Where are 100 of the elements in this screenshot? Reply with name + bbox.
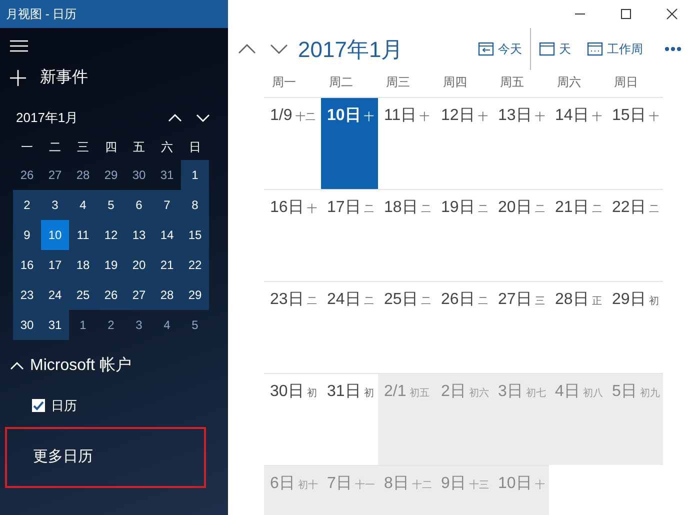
workweek-view-button[interactable]: 工作周 [579, 40, 651, 58]
lunar-date: 十 [592, 110, 602, 125]
day-cell[interactable]: 21日 二 [549, 189, 606, 281]
date-cell[interactable]: 19 [97, 250, 125, 280]
date-cell[interactable]: 9 [13, 220, 41, 250]
more-calendars-link[interactable]: 更多日历 [5, 427, 206, 488]
date-cell[interactable]: 1 [181, 160, 209, 190]
lunar-date: 二 [420, 203, 431, 217]
date-cell[interactable]: 22 [181, 250, 209, 280]
date-cell[interactable]: 6 [125, 190, 153, 220]
lunar-date: 十 [306, 202, 317, 217]
date-cell[interactable]: 23 [13, 280, 41, 310]
lunar-date: 初 [364, 386, 374, 401]
date-cell[interactable]: 30 [13, 310, 41, 340]
date-cell[interactable]: 3 [125, 310, 153, 340]
day-cell[interactable]: 11日 十 [378, 97, 435, 189]
lunar-date: 二 [420, 295, 431, 309]
date-cell[interactable]: 11 [69, 220, 97, 250]
date-cell[interactable]: 31 [153, 160, 181, 190]
date-cell[interactable]: 27 [41, 160, 69, 190]
date-cell[interactable]: 13 [125, 220, 153, 250]
lunar-date: 二 [364, 203, 374, 217]
lunar-date: 二 [592, 203, 602, 217]
day-cell[interactable]: 20日 二 [492, 189, 549, 281]
lunar-date: 二 [648, 203, 659, 217]
day-cell[interactable]: 18日 二 [378, 189, 435, 281]
account-header[interactable]: Microsoft 帐户 [0, 354, 228, 378]
date-cell[interactable]: 20 [125, 250, 153, 280]
date-cell[interactable]: 24 [41, 280, 69, 310]
plus-icon [10, 70, 26, 86]
day-cell[interactable]: 23日 二 [264, 281, 321, 373]
date-cell[interactable]: 7 [153, 190, 181, 220]
date-cell[interactable]: 12 [97, 220, 125, 250]
date-cell[interactable]: 5 [97, 190, 125, 220]
date-cell[interactable]: 17 [41, 250, 69, 280]
day-cell[interactable]: 16日 十 [264, 189, 321, 281]
date-cell[interactable]: 26 [13, 160, 41, 190]
date-cell[interactable]: 25 [69, 280, 97, 310]
day-number: 13日 [498, 106, 532, 126]
lunar-date: 二 [478, 295, 488, 309]
date-cell[interactable]: 26 [97, 280, 125, 310]
day-number: 4日 [555, 382, 580, 402]
date-cell[interactable]: 30 [125, 160, 153, 190]
day-number: 21日 [555, 198, 589, 218]
day-number: 10日 [327, 106, 361, 126]
day-number: 16日 [270, 198, 304, 218]
day-number: 30日 [270, 382, 304, 402]
day-number: 24日 [327, 290, 361, 310]
date-cell[interactable]: 15 [181, 220, 209, 250]
day-cell[interactable]: 13日 十 [492, 97, 549, 189]
date-cell[interactable]: 2 [13, 190, 41, 220]
lunar-date: 二 [478, 203, 488, 217]
date-cell[interactable]: 18 [69, 250, 97, 280]
date-cell[interactable]: 28 [153, 280, 181, 310]
today-view-button[interactable]: 今天 [470, 40, 530, 58]
day-cell[interactable]: 12日 十 [435, 97, 492, 189]
day-number: 12日 [441, 106, 475, 126]
checkbox[interactable] [32, 398, 45, 412]
date-cell[interactable]: 3 [41, 190, 69, 220]
down [196, 112, 210, 123]
day-number: 15日 [612, 106, 646, 126]
day-cell[interactable]: 14日 十 [549, 97, 606, 189]
date-cell[interactable]: 29 [97, 160, 125, 190]
date-cell[interactable]: 29 [181, 280, 209, 310]
day-cell[interactable]: 15日 十 [606, 97, 663, 189]
day-cell[interactable]: 22日 二 [606, 189, 663, 281]
date-cell[interactable]: 5 [181, 310, 209, 340]
lunar-date: 初八 [582, 386, 603, 401]
date-cell[interactable]: 14 [153, 220, 181, 250]
date-cell[interactable]: 2 [97, 310, 125, 340]
lunar-date: 初 [306, 386, 317, 401]
day-cell[interactable]: 10日 十 [321, 97, 378, 189]
date-cell[interactable]: 31 [41, 310, 69, 340]
date-cell[interactable]: 4 [153, 310, 181, 340]
day-cell[interactable]: 19日 二 [435, 189, 492, 281]
date-cell[interactable]: 4 [69, 190, 97, 220]
date-cell[interactable]: 16 [13, 250, 41, 280]
date-cell[interactable]: 8 [181, 190, 209, 220]
day-number: 9日 [441, 474, 466, 494]
day-view-button[interactable]: 天 [531, 40, 579, 58]
date-cell[interactable]: 28 [69, 160, 97, 190]
date-cell[interactable]: 1 [69, 310, 97, 340]
weekday-label: 一 [20, 138, 34, 156]
date-cell[interactable]: 21 [153, 250, 181, 280]
day-cell[interactable]: 17日 二 [321, 189, 378, 281]
close-icon[interactable] [666, 8, 678, 20]
lunar-date: 十 [534, 110, 545, 125]
day-cell[interactable]: 24日 二 [321, 281, 378, 373]
lunar-date: 正 [592, 295, 602, 309]
weekday-label: 六 [160, 138, 174, 156]
maximize-icon[interactable] [620, 8, 632, 20]
more-icon[interactable] [665, 47, 681, 51]
day-number: 8日 [384, 474, 409, 494]
weekday-label: 二 [48, 138, 62, 156]
chevron-up-icon [10, 360, 24, 370]
date-cell[interactable]: 10 [41, 220, 69, 250]
day-number: 2/1 [384, 382, 406, 402]
new-event-link[interactable]: 新事件 [40, 66, 88, 90]
date-cell[interactable]: 27 [125, 280, 153, 310]
lunar-date: 十 [364, 110, 374, 125]
